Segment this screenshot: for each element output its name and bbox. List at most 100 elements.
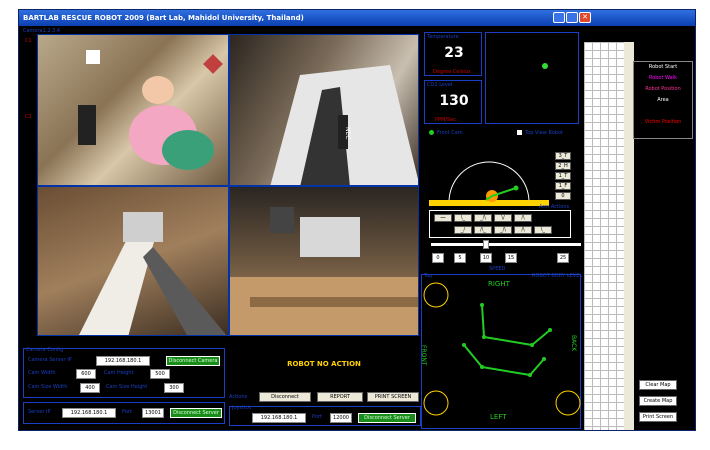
mode-button-5[interactable]: /\ [514, 214, 532, 222]
speed-tick-25: 25 [557, 253, 569, 263]
robot-body-diagram [423, 282, 581, 416]
camera-1-scene [78, 50, 223, 170]
legend-victim-position: Victim Position [644, 119, 682, 125]
mode-button-1[interactable]: ⎯⎯ [434, 214, 452, 222]
legend-robot-position: Robot Position [645, 86, 681, 92]
create-map-button[interactable]: Create Map [639, 396, 677, 406]
cam-width-label: Cam Width [28, 370, 56, 376]
server-ip-label: Server IP [28, 409, 51, 415]
map-grid[interactable] [584, 42, 624, 430]
speed-tick-0: 0 [432, 253, 444, 263]
temperature-unit: Degree Celsius [433, 69, 471, 75]
report-button[interactable]: REPORT [317, 392, 363, 402]
print-screen-button[interactable]: PRINT SCREEN [367, 392, 419, 402]
speed-slider-track[interactable] [431, 243, 581, 246]
speed-tick-15: 15 [505, 253, 517, 263]
mode-button-7[interactable]: /\_ [474, 226, 492, 234]
speed-label: SPEED [489, 266, 506, 272]
server-panel: Server IP 192.168.180.1 Port 13001 Disco… [23, 402, 225, 424]
cam-size-height-label: Cam Size Height [106, 384, 148, 390]
legend-area: Area [657, 97, 669, 103]
legend-blank [634, 106, 692, 117]
cam-height-field[interactable]: 500 [150, 369, 170, 379]
joystick-panel: Joystick 192.168.180.1 Port 12000 Discon… [229, 405, 421, 426]
server-port-field[interactable]: 13001 [142, 408, 164, 418]
speed-slider-thumb[interactable] [483, 240, 489, 249]
temperature-panel: Temperature 23 Degree Celsius [424, 32, 482, 76]
camera-config-panel: Camera Config Camera Server IP 192.168.1… [23, 347, 225, 398]
status-message: ROBOT NO ACTION [287, 360, 361, 368]
camera-feed-3 [37, 186, 229, 336]
top-view-panel [485, 32, 579, 124]
cam-height-label: Cam Height [104, 370, 134, 376]
cam-row-marker: C2 [25, 114, 32, 120]
front-cam-radio[interactable] [429, 130, 434, 135]
arm-level-2h[interactable]: 2_H [555, 162, 571, 170]
top-view-label: Top View Robot [525, 130, 563, 136]
camera-server-label: Camera Server IP [28, 357, 72, 363]
arm-level-1t[interactable]: 1_T [555, 172, 571, 180]
arm-level-3t[interactable]: 3_T [555, 152, 571, 160]
legend-robot-walk: Robot Walk [648, 75, 678, 81]
robot-position-dot [542, 63, 548, 69]
legend-robot-start: Robot Start [648, 64, 678, 70]
arm-level-1f[interactable]: 1_F [555, 182, 571, 190]
cam-width-field[interactable]: 600 [76, 369, 96, 379]
disconnect-server-button[interactable]: Disconnect Server [170, 408, 222, 418]
camera-2-scene: NEC [270, 65, 418, 185]
joystick-port-field[interactable]: 12000 [330, 413, 352, 423]
actions-label: Actions [229, 394, 248, 400]
joystick-port-label: Port [312, 414, 322, 420]
co2-unit: PPM/Sec [435, 117, 457, 123]
mode-button-2[interactable]: \_ [454, 214, 472, 222]
speed-tick-10: 10 [480, 253, 492, 263]
cam-size-width-field[interactable]: 400 [80, 383, 100, 393]
title-bar: BARTLAB RESCUE ROBOT 2009 (Bart Lab, Mah… [19, 10, 695, 26]
print-screen-map-button[interactable]: Print Screen [639, 412, 677, 422]
camera-4-scene [230, 207, 418, 335]
mode-button-4[interactable]: \/ [494, 214, 512, 222]
camera-server-ip-field[interactable]: 192.168.180.1 [96, 356, 150, 366]
top-view-checkbox[interactable] [517, 130, 522, 135]
joystick-ip-field[interactable]: 192.168.180.1 [252, 413, 306, 423]
camera-3-scene [79, 212, 227, 335]
maximize-button[interactable] [566, 12, 578, 23]
joystick-label: Joystick [232, 405, 252, 411]
svg-text:NEC: NEC [344, 127, 351, 139]
camera-feed-4 [229, 186, 419, 336]
co2-value: 130 [439, 93, 469, 109]
mode-button-8[interactable]: _/\ [494, 226, 512, 234]
arm-gauge [429, 161, 549, 206]
mode-button-3[interactable]: _/\ [474, 214, 492, 222]
mode-button-9[interactable]: /\ [514, 226, 532, 234]
clear-map-button[interactable]: Clear Map [639, 380, 677, 390]
joystick-disconnect-button[interactable]: Disconnect Server [358, 413, 416, 423]
motion-mode-panel: ⎯⎯ \_ _/\ \/ /\ _/ /\_ _/\ /\ \_ [429, 210, 571, 238]
front-cam-label: Front Cam [437, 130, 463, 136]
main-window: BARTLAB RESCUE ROBOT 2009 (Bart Lab, Mah… [18, 9, 696, 431]
cam-size-width-label: Cam Size Width [28, 384, 68, 390]
camera-feed-2: NEC [229, 34, 419, 186]
disconnect-camera-button[interactable]: Disconnect Camera [166, 356, 220, 366]
cam-row-marker: C1 [25, 38, 32, 44]
disconnect-button[interactable]: Disconnect [259, 392, 311, 402]
app-content: Camera1,2,3,4 C1 C2 NEC Temperature 23 D… [19, 26, 695, 430]
minimize-button[interactable] [553, 12, 565, 23]
window-title: BARTLAB RESCUE ROBOT 2009 (Bart Lab, Mah… [23, 14, 304, 22]
arm-level-0[interactable]: 0 [555, 192, 571, 200]
cam-size-height-field[interactable]: 300 [164, 383, 184, 393]
camera-config-label: Camera Config [26, 347, 64, 353]
mode-button-6[interactable]: _/ [454, 226, 472, 234]
temperature-label: Temperature [427, 34, 459, 40]
camera-feed-1 [37, 34, 229, 186]
mode-button-10[interactable]: \_ [534, 226, 552, 234]
server-ip-field[interactable]: 192.168.180.1 [62, 408, 116, 418]
robot-body-panel: ROBOT BODY LEVEL Top RIGHT LEFT FRONT BA… [420, 273, 582, 429]
close-button[interactable]: ✕ [579, 12, 591, 23]
co2-panel: CO2 Level 130 PPM/Sec [424, 80, 482, 124]
speed-tick-5: 5 [454, 253, 466, 263]
map-legend: Robot Start Robot Walk Robot Position Ar… [633, 61, 693, 139]
temperature-value: 23 [444, 45, 464, 61]
co2-label: CO2 Level [427, 82, 453, 88]
server-port-label: Port [122, 409, 132, 415]
